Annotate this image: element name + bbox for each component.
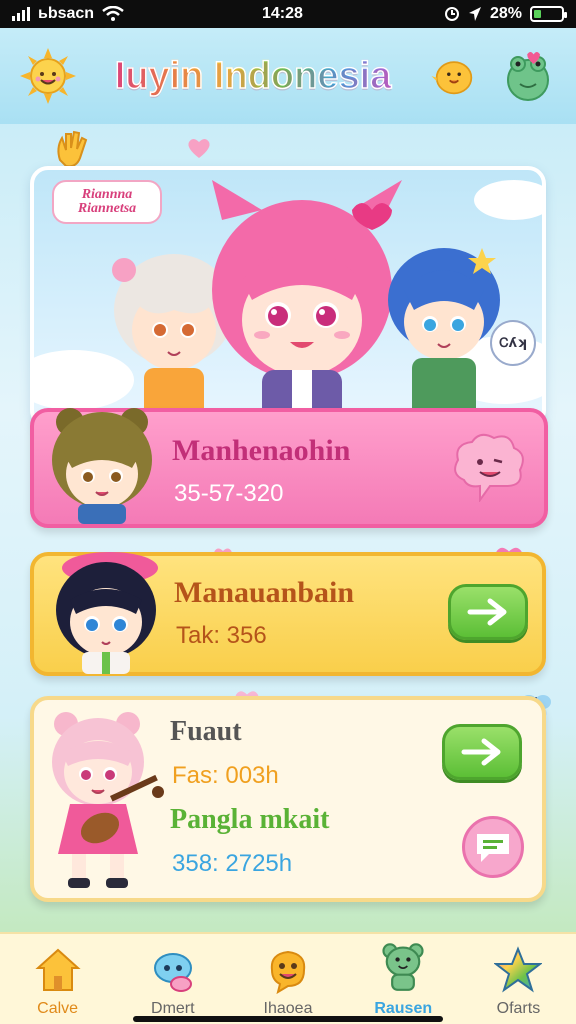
app-header: Iuyin Indonesia <box>0 28 576 124</box>
smile-blob-icon <box>270 950 306 994</box>
card-1-subtitle: 35-57-320 <box>174 480 284 507</box>
header-right-group <box>428 46 558 106</box>
avatar-brown-hair <box>52 408 152 524</box>
sun-mascot-icon[interactable] <box>18 46 78 106</box>
hero-speech-bubble: Ꮯʎʞ <box>490 320 536 366</box>
nav-item-dmert[interactable]: Dmert <box>115 934 230 1024</box>
bottom-nav: Calve Dmert Ihaoea Rausen Ofarts <box>0 932 576 1024</box>
nav-label-calve: Calve <box>37 1000 79 1017</box>
frog-mascot-icon[interactable] <box>498 46 558 106</box>
chat-blob-icon <box>153 953 192 992</box>
star-icon <box>494 946 543 993</box>
card-2-go-button[interactable] <box>448 584 528 640</box>
feature-card-1[interactable]: Manhenaohin 35-57-320 <box>30 408 548 528</box>
nav-item-calve[interactable]: Calve <box>0 934 115 1024</box>
bear-icon <box>382 943 424 991</box>
location-icon <box>468 7 481 21</box>
wifi-icon <box>102 6 124 21</box>
battery-percent: 28% <box>489 5 522 22</box>
card-1-title: Manhenaohin <box>172 434 351 467</box>
card-3-title-2: Pangla mkait <box>170 804 330 835</box>
nav-item-ofarts[interactable]: Ofarts <box>461 934 576 1024</box>
nav-item-rausen[interactable]: Rausen <box>346 934 461 1024</box>
app-title: Iuyin Indonesia <box>114 54 392 98</box>
card-3-subtitle: Fas: 003h <box>172 762 279 789</box>
status-time: 14:28 <box>262 5 303 22</box>
card-3-subtitle-2: 358: 2725h <box>172 850 293 877</box>
house-icon <box>34 948 81 991</box>
chick-mascot-icon[interactable] <box>428 50 480 102</box>
status-right: 28% <box>444 5 567 23</box>
avatar-guitar-girl <box>52 712 164 888</box>
home-indicator[interactable] <box>133 1016 443 1022</box>
alarm-icon <box>444 7 459 21</box>
hero-banner[interactable]: Riannna Riannetsa Ꮯʎʞ <box>30 166 546 428</box>
nav-item-ihaoea[interactable]: Ihaoea <box>230 934 345 1024</box>
arrow-right-icon <box>461 738 501 766</box>
hero-badge: Riannna Riannetsa <box>52 180 162 224</box>
avatar-black-hair <box>56 552 158 674</box>
card-3-go-button[interactable] <box>442 724 522 780</box>
card-3-chat-button[interactable] <box>462 816 524 878</box>
feature-card-2[interactable]: Manauanbain Tak: 356 <box>30 552 546 676</box>
card-3-title: Fuaut <box>170 716 242 747</box>
status-bar: ьbsacn 14:28 28% <box>0 0 576 28</box>
waving-hand-icon <box>57 130 88 168</box>
chat-bubble-icon <box>477 834 509 862</box>
heart-icon <box>188 139 210 158</box>
signal-icon <box>12 7 30 21</box>
battery-icon <box>530 6 567 22</box>
cloud-wink-icon[interactable] <box>450 430 528 502</box>
card-2-subtitle: Tak: 356 <box>176 622 267 649</box>
status-left: ьbsacn <box>12 5 124 23</box>
arrow-right-icon <box>467 598 507 626</box>
nav-label-ofarts: Ofarts <box>496 1000 541 1017</box>
feature-card-3[interactable]: Fuaut Fas: 003h Pangla mkait 358: 2725h <box>30 696 546 902</box>
carrier-name: ьbsacn <box>38 5 95 22</box>
card-2-title: Manauanbain <box>174 576 355 609</box>
